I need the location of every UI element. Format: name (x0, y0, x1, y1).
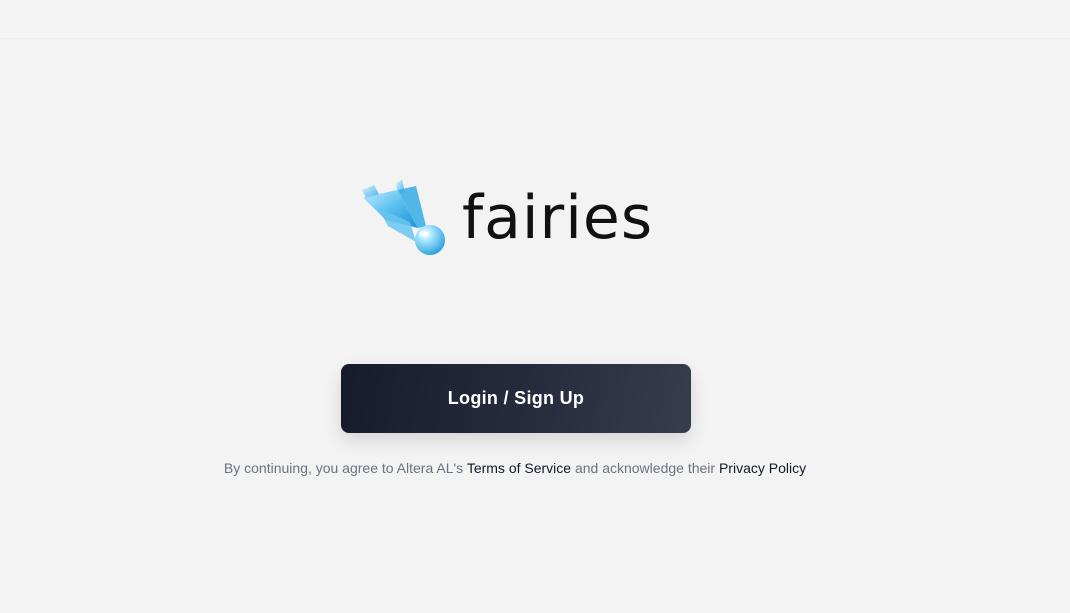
legal-prefix: By continuing, you agree to Altera AL's (223, 460, 464, 476)
brand-logo: fairies (358, 180, 678, 260)
brand-name: fairies (462, 183, 654, 253)
top-bar (0, 0, 1070, 39)
login-signup-button[interactable]: Login / Sign Up (341, 364, 691, 433)
legal-notice: By continuing, you agree to Altera AL's … (0, 458, 1030, 478)
terms-of-service-link[interactable]: Terms of Service (467, 460, 571, 476)
crystal-fairy-icon (362, 180, 445, 255)
login-page: fairies Login / Sign Up By continuing, y… (0, 0, 1070, 613)
privacy-policy-link[interactable]: Privacy Policy (719, 460, 806, 476)
legal-middle: and acknowledge their (574, 460, 716, 476)
